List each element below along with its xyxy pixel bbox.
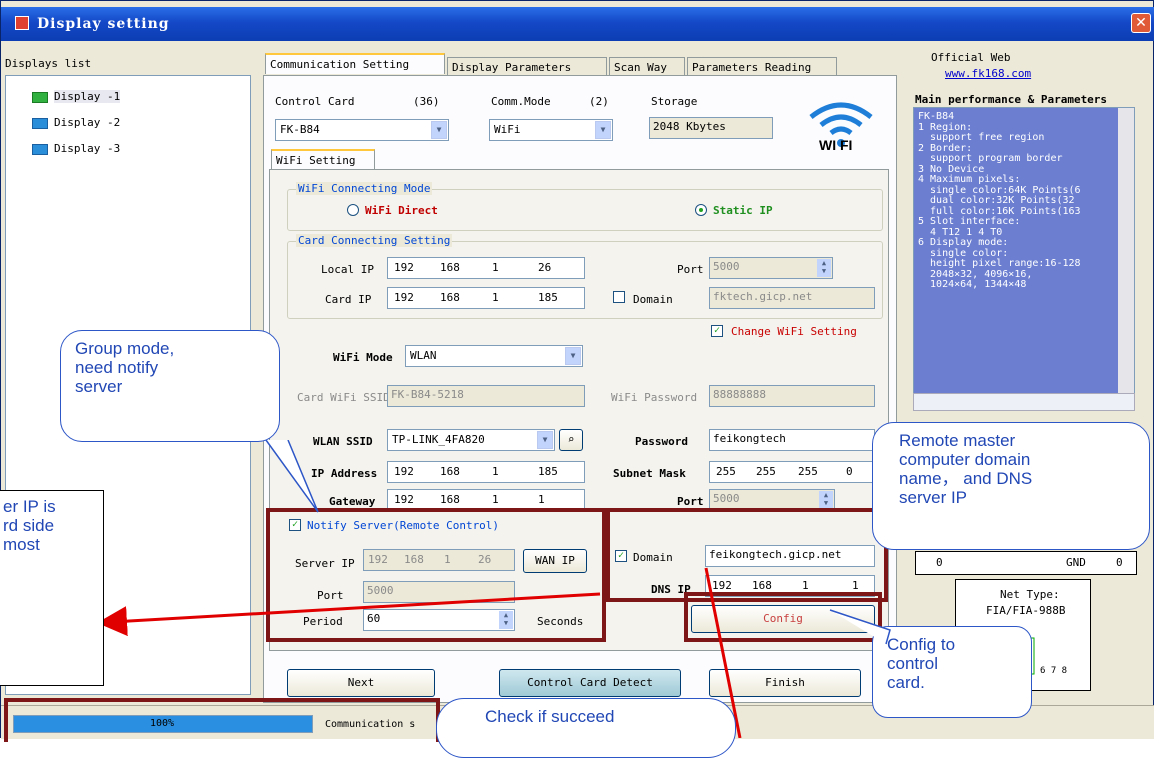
- server-ip-note: er IP is rd side most: [0, 490, 104, 686]
- group-mode-callout: Group mode, need notify server: [60, 330, 280, 442]
- remote-master-callout: Remote master computer domain name， and …: [872, 422, 1150, 550]
- callout-pointer: [829, 609, 891, 645]
- callout-pointer: [265, 440, 319, 513]
- config-callout: Config to control card.: [872, 626, 1032, 718]
- check-succeed-callout: Check if succeed: [436, 698, 736, 758]
